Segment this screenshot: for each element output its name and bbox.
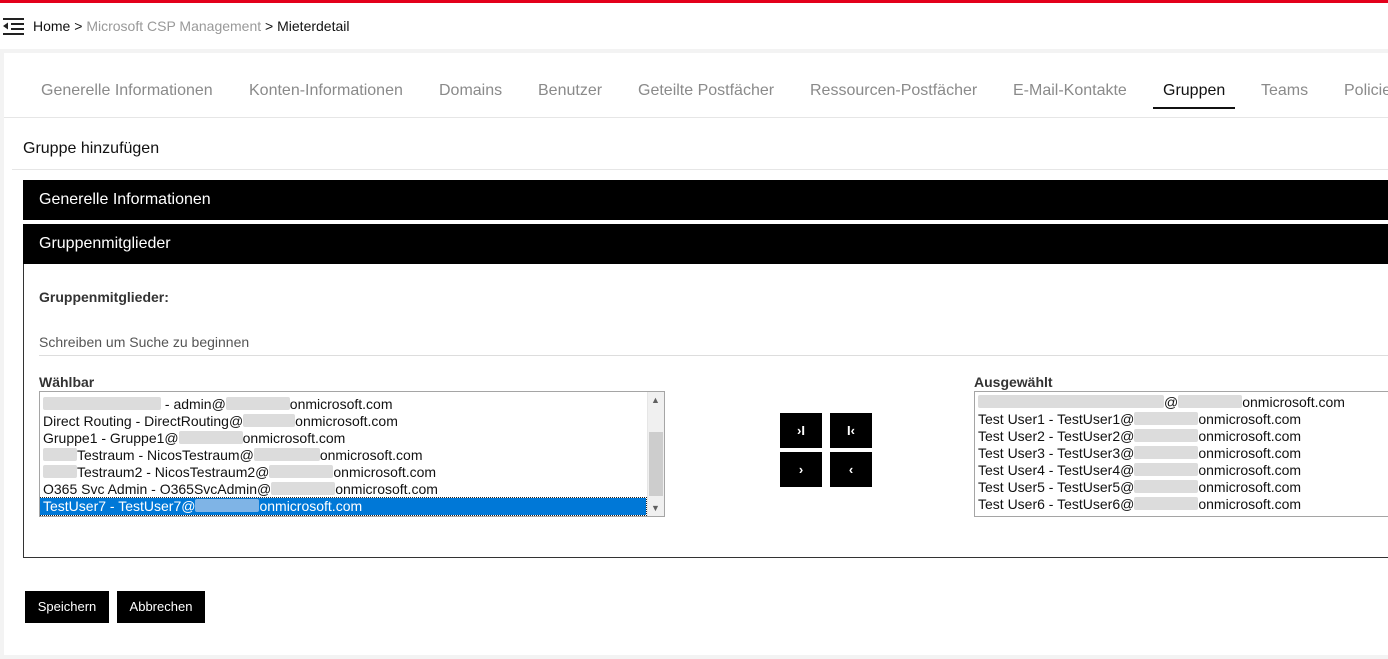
list-item[interactable]: Test User6 - TestUser6@ onmicrosoft.com xyxy=(978,496,1301,513)
scroll-thumb[interactable] xyxy=(649,432,663,496)
list-item[interactable]: Gruppe1 - Gruppe1@ onmicrosoft.com xyxy=(43,430,345,447)
cancel-button[interactable]: Abbrechen xyxy=(117,591,205,623)
tab-benutzer[interactable]: Benutzer xyxy=(538,82,602,100)
section-generelle-informationen[interactable]: Generelle Informationen xyxy=(23,180,1388,220)
list-item[interactable]: Test User5 - TestUser5@ onmicrosoft.com xyxy=(978,479,1301,496)
available-members-list[interactable]: - admin@ onmicrosoft.com Direct Routing -… xyxy=(39,391,665,517)
list-item[interactable]: Test User2 - TestUser2@ onmicrosoft.com xyxy=(978,428,1301,445)
selected-members-list[interactable]: @ onmicrosoft.com Test User1 - TestUser1@… xyxy=(974,391,1388,517)
tab-gruppen[interactable]: Gruppen xyxy=(1163,82,1225,100)
tab-teams[interactable]: Teams xyxy=(1261,82,1308,100)
breadcrumb-csp-management[interactable]: Microsoft CSP Management xyxy=(86,18,261,34)
save-button[interactable]: Speichern xyxy=(25,591,109,623)
breadcrumb-current: Mieterdetail xyxy=(277,18,350,34)
tab-policies[interactable]: Policie xyxy=(1344,82,1388,100)
breadcrumb-home[interactable]: Home xyxy=(33,18,70,34)
list-item[interactable]: Direct Routing - DirectRouting@ onmicroso… xyxy=(43,413,398,430)
list-item[interactable]: Testraum - NicosTestraum@ onmicrosoft.com xyxy=(43,447,423,464)
tab-generelle-informationen[interactable]: Generelle Informationen xyxy=(41,82,213,100)
scroll-up-icon[interactable]: ▲ xyxy=(651,395,660,405)
breadcrumb-separator: > xyxy=(74,18,83,34)
tab-email-kontakte[interactable]: E-Mail-Kontakte xyxy=(1013,82,1127,100)
list-item[interactable]: Testraum2 - NicosTestraum2@ onmicrosoft.c… xyxy=(43,464,436,481)
tab-konten-informationen[interactable]: Konten-Informationen xyxy=(249,82,403,100)
remove-selected-button[interactable]: ‹ xyxy=(830,452,872,487)
remove-all-button[interactable]: I‹ xyxy=(830,413,872,448)
tab-domains[interactable]: Domains xyxy=(439,82,502,100)
list-item[interactable]: O365 Svc Admin - O365SvcAdmin@ onmicrosof… xyxy=(43,481,438,498)
list-item[interactable]: @ onmicrosoft.com xyxy=(978,394,1345,411)
add-all-button[interactable]: ›I xyxy=(780,413,822,448)
breadcrumb: Home > Microsoft CSP Management > Mieter… xyxy=(33,18,350,34)
panel-header: Gruppe hinzufügen xyxy=(12,128,1388,170)
member-search-input[interactable] xyxy=(39,329,1388,356)
panel-title: Gruppe hinzufügen xyxy=(23,140,160,157)
scroll-down-icon[interactable]: ▼ xyxy=(651,503,660,513)
section-title: Generelle Informationen xyxy=(39,191,211,208)
active-tab-indicator xyxy=(1153,107,1235,109)
tab-bar: Generelle Informationen Konten-Informati… xyxy=(4,53,1388,118)
list-scrollbar[interactable]: ▲ ▼ xyxy=(647,392,664,516)
menu-collapse-icon[interactable] xyxy=(3,17,24,35)
list-item[interactable]: Test User4 - TestUser4@ onmicrosoft.com xyxy=(978,462,1301,479)
tab-geteilte-postfaecher[interactable]: Geteilte Postfächer xyxy=(638,82,774,100)
list-item-selected[interactable]: TestUser7 - TestUser7@ onmicrosoft.com xyxy=(40,497,647,516)
add-selected-button[interactable]: › xyxy=(780,452,822,487)
list-item[interactable]: Test User1 - TestUser1@ onmicrosoft.com xyxy=(978,411,1301,428)
members-label: Gruppenmitglieder: xyxy=(39,289,169,305)
list-item[interactable]: - admin@ onmicrosoft.com xyxy=(43,396,393,413)
selected-label: Ausgewählt xyxy=(974,374,1053,390)
section-gruppenmitglieder[interactable]: Gruppenmitglieder xyxy=(23,224,1388,264)
available-label: Wählbar xyxy=(39,374,95,390)
breadcrumb-separator: > xyxy=(265,18,274,34)
header-bar: Home > Microsoft CSP Management > Mieter… xyxy=(0,3,1388,49)
section-title: Gruppenmitglieder xyxy=(39,235,171,252)
tab-ressourcen-postfaecher[interactable]: Ressourcen-Postfächer xyxy=(810,82,977,100)
list-item[interactable]: Test User3 - TestUser3@ onmicrosoft.com xyxy=(978,445,1301,462)
